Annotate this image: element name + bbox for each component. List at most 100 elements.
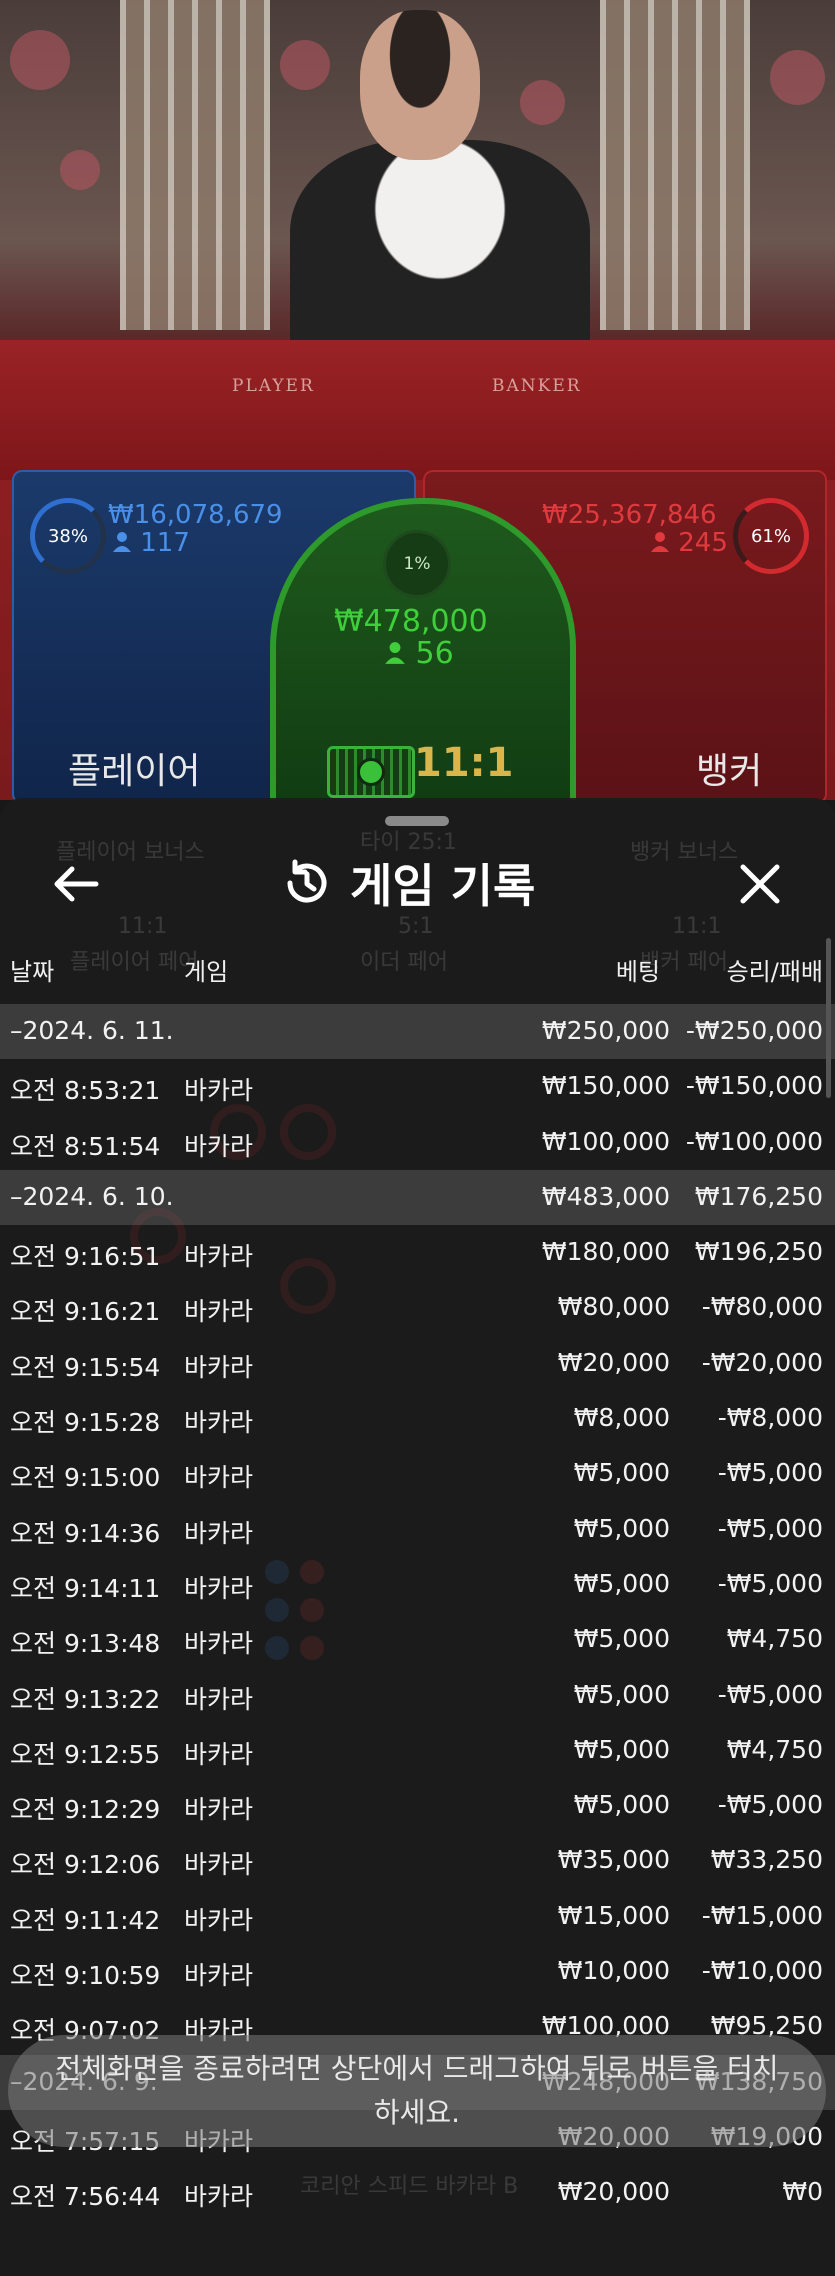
dealer-body bbox=[290, 140, 590, 370]
history-row[interactable]: 오전 9:16:51 바카라 ₩180,000 ₩196,250 bbox=[0, 1225, 835, 1280]
history-row[interactable]: 오전 9:12:06 바카라 ₩35,000 ₩33,250 bbox=[0, 1833, 835, 1888]
close-button[interactable] bbox=[732, 856, 788, 912]
row-bet: ₩20,000 bbox=[557, 1347, 670, 1377]
column-header-bet: 베팅 bbox=[615, 958, 660, 986]
row-result: -₩5,000 bbox=[717, 1568, 823, 1598]
banker-percent-ring: 61% bbox=[733, 498, 809, 574]
row-result: ₩4,750 bbox=[726, 1624, 823, 1654]
row-result: -₩20,000 bbox=[701, 1347, 823, 1377]
row-time: 오전 9:14:36 bbox=[10, 1518, 161, 1548]
row-bet: ₩10,000 bbox=[557, 1956, 670, 1986]
row-bet: ₩5,000 bbox=[573, 1734, 670, 1764]
row-bet: ₩100,000 bbox=[541, 1126, 670, 1156]
row-game: 바카라 bbox=[184, 1463, 254, 1493]
row-game: 바카라 bbox=[184, 1961, 254, 1991]
row-bet: ₩150,000 bbox=[541, 1071, 670, 1101]
fullscreen-exit-toast: 전체화면을 종료하려면 상단에서 드래그하여 뒤로 버튼을 터치하세요. bbox=[8, 2035, 826, 2147]
date-group-row[interactable]: –2024. 6. 10. ₩483,000 ₩176,250 bbox=[0, 1169, 835, 1226]
date-group-row[interactable]: –2024. 6. 11. ₩250,000 -₩250,000 bbox=[0, 1004, 835, 1060]
user-icon bbox=[113, 532, 131, 552]
back-button[interactable] bbox=[48, 856, 104, 912]
ghost-either-odds: 5:1 bbox=[398, 914, 434, 939]
live-video: PLAYER BANKER 38% ₩16,078,679 117 61% ₩2… bbox=[0, 0, 835, 800]
row-bet: ₩180,000 bbox=[541, 1237, 670, 1267]
row-result: -₩8,000 bbox=[717, 1403, 823, 1433]
row-result: -₩5,000 bbox=[717, 1513, 823, 1543]
history-row[interactable]: 오전 9:14:36 바카라 ₩5,000 -₩5,000 bbox=[0, 1502, 835, 1557]
banker-count-wrap: 245 bbox=[650, 528, 728, 558]
row-time: 오전 9:12:29 bbox=[10, 1795, 161, 1825]
row-time: 오전 9:12:55 bbox=[10, 1739, 161, 1769]
row-game: 바카라 bbox=[184, 2182, 254, 2212]
blossom-decor bbox=[520, 80, 565, 125]
row-time: 오전 9:13:22 bbox=[10, 1684, 161, 1714]
blossom-decor bbox=[60, 150, 100, 190]
history-row[interactable]: 오전 8:53:21 바카라 ₩150,000 -₩150,000 bbox=[0, 1059, 835, 1114]
history-row[interactable]: 오전 9:15:28 바카라 ₩8,000 -₩8,000 bbox=[0, 1391, 835, 1446]
banker-count: 245 bbox=[678, 528, 728, 558]
row-result: ₩33,250 bbox=[710, 1845, 823, 1875]
tie-count: 56 bbox=[415, 636, 454, 671]
row-bet: ₩80,000 bbox=[557, 1292, 670, 1322]
felt-player-text: PLAYER bbox=[232, 376, 315, 396]
row-result: ₩4,750 bbox=[726, 1734, 823, 1764]
tie-amount: ₩478,000 bbox=[334, 604, 488, 639]
sheet-drag-handle[interactable] bbox=[385, 816, 449, 826]
row-time: 오전 9:14:11 bbox=[10, 1573, 161, 1603]
history-row[interactable]: 오전 9:16:21 바카라 ₩80,000 -₩80,000 bbox=[0, 1280, 835, 1335]
history-row[interactable]: 오전 9:15:00 바카라 ₩5,000 -₩5,000 bbox=[0, 1446, 835, 1501]
row-time: 오전 9:16:21 bbox=[10, 1297, 161, 1327]
banker-label: 뱅커 bbox=[696, 751, 763, 792]
history-row[interactable]: 오전 9:14:11 바카라 ₩5,000 -₩5,000 bbox=[0, 1557, 835, 1612]
history-row[interactable]: 오전 9:13:22 바카라 ₩5,000 -₩5,000 bbox=[0, 1668, 835, 1723]
row-time: 오전 9:15:54 bbox=[10, 1352, 161, 1382]
history-row[interactable]: 오전 9:10:59 바카라 ₩10,000 -₩10,000 bbox=[0, 1944, 835, 1999]
column-header-game: 게임 bbox=[184, 958, 229, 986]
ghost-banker-bonus: 뱅커 보너스 bbox=[630, 840, 739, 865]
row-game: 바카라 bbox=[184, 1684, 254, 1714]
player-amount: ₩16,078,679 bbox=[108, 500, 283, 530]
arrow-left-icon bbox=[54, 866, 99, 902]
row-time: 오전 9:16:51 bbox=[10, 1242, 161, 1272]
row-result: -₩250,000 bbox=[685, 1016, 823, 1045]
history-row[interactable]: 오전 9:13:48 바카라 ₩5,000 ₩4,750 bbox=[0, 1612, 835, 1667]
row-time: 오전 9:12:06 bbox=[10, 1850, 161, 1880]
row-result: -₩150,000 bbox=[685, 1071, 823, 1101]
row-game: 바카라 bbox=[184, 1850, 254, 1880]
tie-percent: 1% bbox=[403, 554, 431, 574]
row-bet: ₩5,000 bbox=[573, 1568, 670, 1598]
history-icon bbox=[287, 859, 327, 903]
history-row[interactable]: 오전 9:12:55 바카라 ₩5,000 ₩4,750 bbox=[0, 1723, 835, 1778]
history-row[interactable]: 오전 9:11:42 바카라 ₩15,000 -₩15,000 bbox=[0, 1889, 835, 1944]
wooden-screen-left bbox=[120, 0, 270, 330]
row-game: 바카라 bbox=[184, 1629, 254, 1659]
sheet-header: 게임 기록 bbox=[280, 850, 535, 916]
row-bet: ₩483,000 bbox=[541, 1181, 670, 1211]
row-game: 바카라 bbox=[184, 1518, 254, 1548]
row-date: –2024. 6. 11. bbox=[10, 1016, 174, 1045]
table-felt bbox=[0, 340, 835, 480]
row-result: -₩15,000 bbox=[701, 1900, 823, 1930]
history-row[interactable]: 오전 7:56:44 바카라 ₩20,000 ₩0 bbox=[0, 2165, 835, 2220]
sheet-title: 게임 기록 bbox=[350, 859, 536, 913]
column-header-result: 승리/패배 bbox=[726, 958, 823, 986]
player-percent: 38% bbox=[47, 525, 88, 547]
tie-count-wrap: 56 bbox=[384, 636, 454, 671]
row-game: 바카라 bbox=[184, 1795, 254, 1825]
ghost-p-pair-odds: 11:1 bbox=[118, 914, 168, 939]
tie-percent-ring: 1% bbox=[383, 530, 451, 598]
row-time: 오전 9:15:00 bbox=[10, 1463, 161, 1493]
history-row[interactable]: 오전 9:12:29 바카라 ₩5,000 -₩5,000 bbox=[0, 1778, 835, 1833]
row-result: -₩5,000 bbox=[717, 1790, 823, 1820]
row-bet: ₩5,000 bbox=[573, 1458, 670, 1488]
history-row[interactable]: 오전 9:15:54 바카라 ₩20,000 -₩20,000 bbox=[0, 1336, 835, 1391]
row-result: -₩80,000 bbox=[701, 1292, 823, 1322]
row-time: 오전 9:11:42 bbox=[10, 1905, 161, 1935]
history-row[interactable]: 오전 8:51:54 바카라 ₩100,000 -₩100,000 bbox=[0, 1115, 835, 1170]
scrollbar[interactable] bbox=[826, 938, 831, 1098]
blossom-decor bbox=[10, 30, 70, 90]
row-game: 바카라 bbox=[184, 1242, 254, 1272]
column-header-date: 날짜 bbox=[10, 958, 55, 986]
row-result: -₩10,000 bbox=[701, 1956, 823, 1986]
row-bet: ₩8,000 bbox=[573, 1403, 670, 1433]
